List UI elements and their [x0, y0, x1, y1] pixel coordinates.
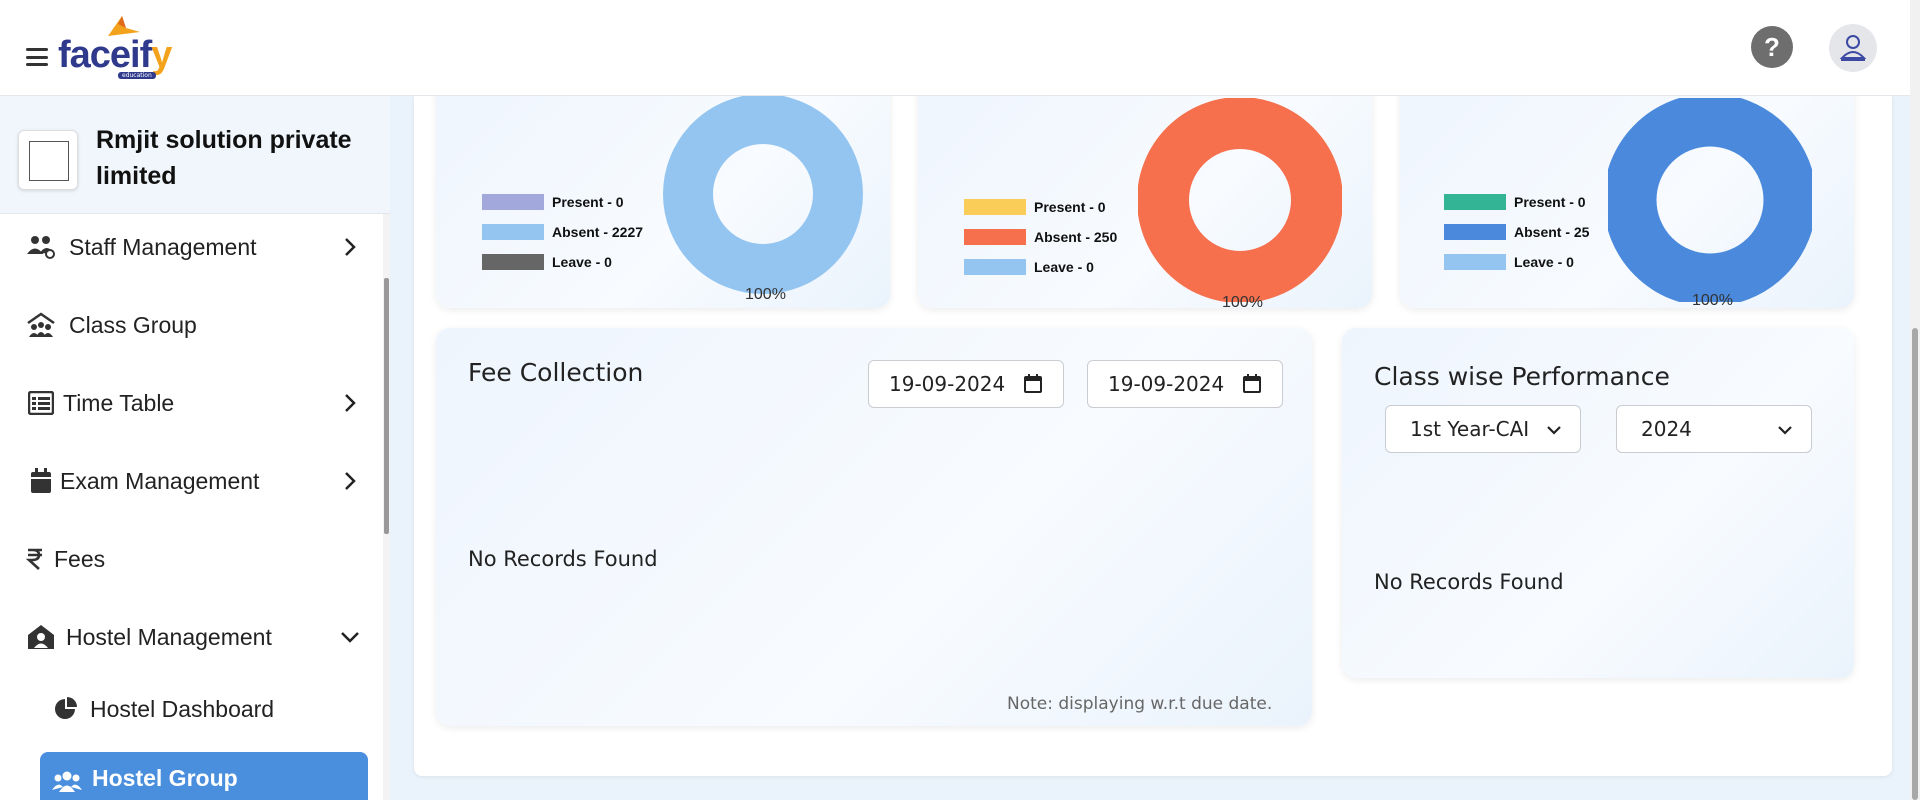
sidebar: Rmjit solution private limited Staff Man…	[0, 96, 390, 800]
rupee-icon	[20, 544, 50, 574]
attendance-card-1: Present - 0 Absent - 2227 Leave - 0 100%	[436, 76, 890, 308]
timetable-icon	[26, 388, 56, 418]
class-performance-card: Class wise Performance 1st Year-CAI 2024…	[1342, 328, 1854, 678]
sidebar-item-hostel-group[interactable]: Hostel Group	[40, 752, 368, 800]
logo-subtitle: education	[118, 72, 156, 79]
donut-percent-label: 100%	[1692, 292, 1733, 308]
year-select-value: 2024	[1641, 417, 1692, 441]
from-date-value: 19-09-2024	[889, 372, 1006, 396]
legend-item: Present - 0	[482, 194, 624, 210]
legend-item: Absent - 2227	[482, 224, 643, 240]
menu-toggle-icon[interactable]	[26, 48, 48, 66]
sidebar-item-label: Time Table	[63, 389, 175, 416]
legend-swatch	[482, 194, 544, 210]
legend-swatch	[964, 229, 1026, 245]
sidebar-item-label: Class Group	[69, 311, 197, 338]
legend-item: Leave - 0	[482, 254, 612, 270]
legend-item: Leave - 0	[1444, 254, 1574, 270]
sidebar-item-label: Exam Management	[60, 467, 260, 494]
class-select[interactable]: 1st Year-CAI	[1385, 405, 1581, 453]
donut-chart[interactable]	[1608, 98, 1812, 302]
chevron-right-icon	[345, 394, 356, 412]
chevron-right-icon	[345, 238, 356, 256]
sidebar-item-exam-management[interactable]: Exam Management	[0, 451, 380, 511]
attendance-card-3: Present - 0 Absent - 25 Leave - 0 100%	[1400, 76, 1854, 308]
donut-percent-label: 100%	[1222, 294, 1263, 308]
legend-swatch	[964, 259, 1026, 275]
top-header: faceify education ?	[0, 0, 1910, 96]
sidebar-item-label: Hostel Dashboard	[90, 695, 275, 722]
sidebar-item-label: Fees	[54, 545, 106, 572]
donut-chart[interactable]	[1138, 98, 1342, 302]
faceify-logo[interactable]: faceify education	[58, 14, 188, 84]
fee-collection-card: Fee Collection 19-09-2024 19-09-2024 No …	[436, 328, 1312, 726]
legend-swatch	[1444, 254, 1506, 270]
legend-item: Absent - 25	[1444, 224, 1589, 240]
donut-percent-label: 100%	[745, 286, 786, 303]
class-select-value: 1st Year-CAI	[1410, 417, 1530, 441]
to-date-input[interactable]: 19-09-2024	[1087, 360, 1283, 408]
user-profile-icon	[1839, 35, 1867, 61]
sidebar-item-label: Staff Management	[69, 233, 257, 260]
calendar-icon[interactable]	[1242, 374, 1262, 394]
sidebar-item-staff-management[interactable]: Staff Management	[0, 217, 380, 277]
class-group-icon	[26, 310, 56, 340]
org-header: Rmjit solution private limited	[0, 96, 390, 214]
pie-chart-icon	[50, 694, 80, 724]
dashboard-panel: Present - 0 Absent - 2227 Leave - 0 100%…	[414, 76, 1892, 776]
legend-item: Absent - 250	[964, 229, 1117, 245]
from-date-input[interactable]: 19-09-2024	[868, 360, 1064, 408]
legend-item: Present - 0	[1444, 194, 1586, 210]
donut-chart[interactable]	[663, 94, 863, 294]
fee-collection-title: Fee Collection	[468, 358, 644, 387]
chevron-right-icon	[345, 472, 356, 490]
legend-swatch	[964, 199, 1026, 215]
to-date-value: 19-09-2024	[1108, 372, 1225, 396]
legend-item: Leave - 0	[964, 259, 1094, 275]
chevron-down-icon	[1547, 426, 1561, 435]
hostel-icon	[26, 622, 56, 652]
sidebar-item-class-group[interactable]: Class Group	[0, 295, 380, 355]
class-empty-message: No Records Found	[1374, 570, 1564, 594]
legend-swatch	[1444, 194, 1506, 210]
sidebar-item-time-table[interactable]: Time Table	[0, 373, 380, 433]
sidebar-item-label: Hostel Management	[66, 623, 272, 650]
chevron-down-icon	[341, 632, 359, 643]
sidebar-item-hostel-management[interactable]: Hostel Management	[0, 607, 380, 667]
help-icon[interactable]: ?	[1751, 26, 1793, 68]
chevron-down-icon	[1778, 426, 1792, 435]
org-name: Rmjit solution private limited	[96, 126, 352, 190]
logo-text: faceify	[58, 34, 172, 76]
sidebar-scrollbar-thumb[interactable]	[384, 278, 389, 534]
legend-swatch	[1444, 224, 1506, 240]
year-select[interactable]: 2024	[1616, 405, 1812, 453]
sidebar-item-label: Hostel Group	[92, 765, 238, 791]
user-avatar[interactable]	[1829, 24, 1877, 72]
page-scrollbar-thumb[interactable]	[1912, 328, 1918, 800]
sidebar-item-hostel-dashboard[interactable]: Hostel Dashboard	[0, 679, 380, 739]
staff-icon	[26, 232, 56, 262]
legend-item: Present - 0	[964, 199, 1106, 215]
attendance-card-2: Present - 0 Absent - 250 Leave - 0 100%	[918, 76, 1372, 308]
calendar-icon[interactable]	[1023, 374, 1043, 394]
legend-swatch	[482, 254, 544, 270]
org-logo	[18, 130, 78, 190]
fee-empty-message: No Records Found	[468, 547, 658, 571]
class-performance-title: Class wise Performance	[1374, 362, 1670, 391]
sidebar-item-fees[interactable]: Fees	[0, 529, 380, 589]
main-content: Present - 0 Absent - 2227 Leave - 0 100%…	[390, 76, 1910, 800]
fee-note: Note: displaying w.r.t due date.	[1007, 694, 1273, 714]
users-icon	[52, 767, 82, 797]
calendar-icon	[26, 466, 56, 496]
legend-swatch	[482, 224, 544, 240]
